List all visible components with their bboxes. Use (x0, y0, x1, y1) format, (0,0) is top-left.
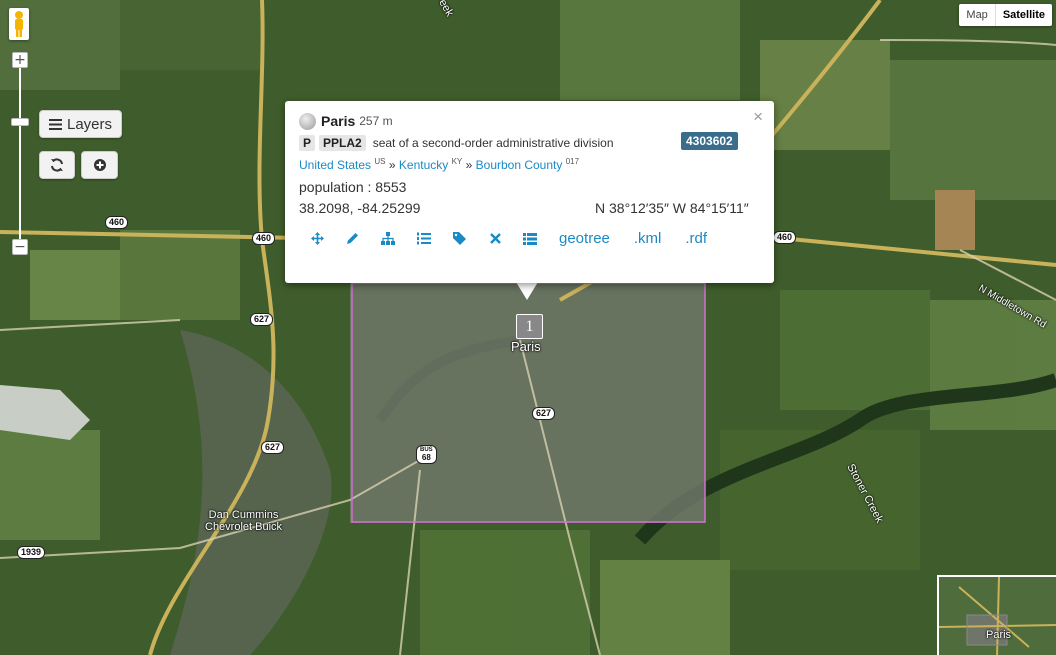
breadcrumb-separator: » (465, 158, 473, 172)
map-button[interactable]: Map (959, 4, 995, 26)
country-code: US (374, 157, 386, 166)
route-shield: 1939 (17, 546, 46, 559)
zoom-slider-handle[interactable] (11, 118, 29, 126)
dms-coordinates: N 38°12′35″ W 84°15′11″ (595, 200, 749, 216)
map-label-dealer: Dan Cummins Chevrolet Buick (205, 509, 282, 533)
add-place-button[interactable] (81, 151, 118, 179)
breadcrumb: United States US » Kentucky KY » Bourbon… (299, 157, 760, 172)
overview-label: Paris (986, 629, 1012, 641)
route-shield-bus: BUS 68 (416, 445, 437, 464)
popup-tail (516, 282, 538, 300)
breadcrumb-state[interactable]: Kentucky (399, 158, 448, 172)
popup-actions: geotree .kml .rdf (311, 230, 731, 247)
wikipedia-globe-icon[interactable] (299, 112, 316, 130)
numbered-list-icon[interactable] (417, 232, 431, 245)
sitemap-icon[interactable] (381, 232, 395, 245)
layers-label: Layers (66, 115, 113, 133)
close-button[interactable]: × (753, 107, 763, 127)
feature-description: seat of a second-order administrative di… (372, 136, 614, 150)
dealer-line-2: Chevrolet Buick (205, 521, 283, 533)
state-code: KY (451, 157, 463, 166)
route-shield: 460 (773, 231, 797, 244)
bus-route: 68 (421, 453, 431, 462)
zoom-slider-track[interactable] (19, 62, 21, 247)
pegman-icon[interactable] (9, 8, 29, 40)
geotree-link[interactable]: geotree (559, 230, 610, 247)
map-type-toggle: Map Satellite (959, 4, 1052, 26)
geoname-id-badge[interactable]: 4303602 (681, 132, 738, 150)
delete-icon[interactable] (490, 233, 501, 244)
place-name: Paris (321, 113, 356, 129)
zoom-in-button[interactable]: + (12, 52, 28, 68)
layers-button[interactable]: Layers (39, 110, 122, 138)
breadcrumb-separator: » (388, 158, 396, 172)
place-marker[interactable]: 1 (516, 314, 543, 339)
feature-class: P (299, 135, 316, 151)
menu-icon (48, 118, 62, 130)
move-icon[interactable] (311, 232, 324, 245)
overview-map[interactable]: Paris (937, 575, 1056, 655)
route-shield: 627 (532, 407, 556, 420)
feature-code: PPLA2 (319, 135, 366, 151)
elevation: 257 m (359, 114, 393, 128)
dealer-line-1: Dan Cummins (208, 509, 279, 521)
list-icon[interactable] (523, 232, 537, 245)
zoom-out-button[interactable]: − (12, 239, 28, 255)
breadcrumb-country[interactable]: United States (299, 158, 371, 172)
county-code: 017 (565, 157, 580, 166)
route-shield: 627 (250, 313, 274, 326)
pencil-icon[interactable] (346, 232, 359, 245)
route-shield: 460 (105, 216, 129, 229)
refresh-button[interactable] (39, 151, 75, 179)
satellite-button[interactable]: Satellite (994, 4, 1052, 26)
refresh-icon (51, 158, 63, 172)
plus-circle-icon (93, 159, 106, 171)
population: population : 8553 (299, 179, 407, 195)
decimal-coordinates: 38.2098, -84.25299 (299, 200, 421, 216)
tags-icon[interactable] (453, 232, 468, 245)
place-popup: × Paris 257 m P PPLA2 seat of a second-o… (285, 101, 774, 283)
breadcrumb-county[interactable]: Bourbon County (476, 158, 563, 172)
kml-link[interactable]: .kml (634, 230, 662, 247)
map-label-paris: Paris (511, 339, 541, 354)
rdf-link[interactable]: .rdf (685, 230, 707, 247)
route-shield: 627 (261, 441, 285, 454)
route-shield: 460 (252, 232, 276, 245)
